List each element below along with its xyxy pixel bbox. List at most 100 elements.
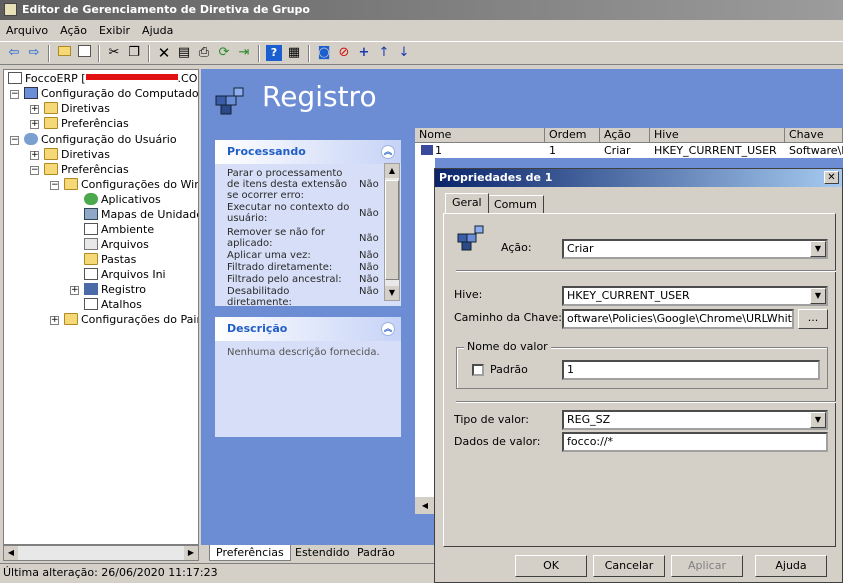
chevron-down-icon[interactable]: ▼ — [810, 241, 826, 257]
value-data-label: Dados de valor: — [454, 435, 541, 448]
processing-row-label: Filtrado diretamente: — [227, 262, 333, 273]
table-cell: Software\P — [789, 144, 843, 157]
column-header-hive[interactable]: Hive — [650, 128, 785, 143]
back-icon[interactable]: ⇦ — [6, 45, 22, 61]
tree-user-config[interactable]: Configuração do Usuário — [24, 133, 177, 147]
tab-estendido[interactable]: Estendido — [289, 545, 355, 561]
help-button[interactable]: Ajuda — [755, 555, 827, 577]
apply-button[interactable]: Aplicar — [671, 555, 743, 577]
add-icon[interactable]: + — [356, 45, 372, 61]
shortcuts-icon — [84, 298, 98, 310]
tree-ambiente[interactable]: Ambiente — [84, 223, 154, 237]
list-scroll-left-icon[interactable]: ◀ — [415, 497, 435, 514]
tree-c-preferencias[interactable]: Preferências — [44, 117, 129, 131]
tab-padrao[interactable]: Padrão — [351, 545, 401, 561]
menu-exibir[interactable]: Exibir — [93, 24, 136, 37]
key-path-label: Caminho da Chave: — [454, 311, 562, 324]
scroll-right-icon[interactable]: ▶ — [184, 546, 198, 560]
disable-icon[interactable]: ⊘ — [336, 45, 352, 61]
move-down-icon[interactable]: ↓ — [396, 45, 412, 61]
collapse-toggle[interactable]: − — [10, 136, 19, 145]
scroll-up-icon[interactable]: ▲ — [385, 164, 399, 178]
collapse-toggle[interactable]: − — [50, 181, 59, 190]
up-folder-icon[interactable] — [56, 45, 72, 61]
show-hide-tree-icon[interactable] — [76, 45, 92, 61]
properties-icon[interactable]: ▤ — [176, 45, 192, 61]
action-select[interactable]: Criar ▼ — [562, 239, 828, 259]
key-path-field[interactable]: oftware\Policies\Google\Chrome\URLWhitel… — [562, 309, 794, 329]
expand-toggle[interactable]: + — [50, 316, 59, 325]
close-icon[interactable]: ✕ — [824, 171, 839, 184]
ok-button[interactable]: OK — [515, 555, 587, 577]
folder-icon — [44, 102, 58, 114]
tree-u-preferencias[interactable]: Preferências — [44, 163, 129, 177]
details-view-icon[interactable]: ▦ — [286, 45, 302, 61]
tab-preferencias[interactable]: Preferências — [209, 545, 291, 561]
scroll-thumb[interactable] — [385, 180, 399, 280]
menu-ajuda[interactable]: Ajuda — [136, 24, 179, 37]
console-tree: FoccoERP [.COI − Configuração do Computa… — [3, 69, 199, 545]
column-header-ordem[interactable]: Ordem — [545, 128, 600, 143]
chevron-down-icon[interactable]: ▼ — [810, 412, 826, 428]
tree-horizontal-scrollbar[interactable]: ◀ ▶ — [3, 545, 199, 561]
redacted-mark — [85, 74, 178, 80]
forward-icon[interactable]: ⇨ — [26, 45, 42, 61]
menu-acao[interactable]: Ação — [54, 24, 93, 37]
delete-icon[interactable]: ✕ — [156, 45, 172, 61]
tab-comum[interactable]: Comum — [487, 195, 544, 213]
help-icon[interactable]: ? — [266, 45, 282, 61]
menu-arquivo[interactable]: Arquivo — [0, 24, 54, 37]
value-data-field[interactable]: focco://* — [562, 432, 828, 452]
collapse-toggle[interactable]: − — [10, 90, 19, 99]
expand-toggle[interactable]: + — [30, 151, 39, 160]
processing-header[interactable]: Processando ︽ — [215, 140, 401, 164]
tree-windows-settings[interactable]: Configurações do Windows — [64, 178, 198, 192]
window-title-bar: Editor de Gerenciamento de Diretiva de G… — [0, 0, 843, 20]
move-up-icon[interactable]: ↑ — [376, 45, 392, 61]
description-header[interactable]: Descrição ︽ — [215, 317, 401, 341]
refresh-icon[interactable]: ⟳ — [216, 45, 232, 61]
column-header-acao[interactable]: Ação — [600, 128, 650, 143]
default-checkbox[interactable] — [472, 364, 484, 376]
cut-icon[interactable]: ✂ — [106, 45, 122, 61]
print-icon[interactable]: ⎙ — [196, 45, 212, 61]
export-list-icon[interactable]: ⇥ — [236, 45, 252, 61]
folder-icon — [44, 163, 58, 175]
tree-arquivos[interactable]: Arquivos — [84, 238, 149, 252]
collapse-chevron-icon[interactable]: ︽ — [381, 145, 395, 159]
tree-pastas[interactable]: Pastas — [84, 253, 136, 267]
column-header-nome[interactable]: Nome — [415, 128, 545, 143]
tree-mapas[interactable]: Mapas de Unidades — [84, 208, 198, 222]
table-row[interactable]: 1 — [417, 144, 442, 158]
registry-large-icon — [214, 86, 248, 116]
tree-aplicativos[interactable]: Aplicativos — [84, 193, 161, 207]
tree-u-diretivas[interactable]: Diretivas — [44, 148, 110, 162]
expand-toggle[interactable]: + — [70, 286, 79, 295]
tree-registro[interactable]: Registro — [84, 283, 146, 297]
scroll-left-icon[interactable]: ◀ — [4, 546, 18, 560]
new-item-icon[interactable]: ◙ — [316, 45, 332, 61]
tab-geral[interactable]: Geral — [445, 193, 489, 213]
collapse-toggle[interactable]: − — [30, 166, 39, 175]
copy-icon[interactable]: ❐ — [126, 45, 142, 61]
collapse-chevron-icon[interactable]: ︽ — [381, 322, 395, 336]
divider — [456, 401, 836, 403]
tree-control-panel[interactable]: Configurações do Painel — [64, 313, 198, 327]
value-name-field[interactable]: 1 — [562, 360, 820, 380]
hive-select[interactable]: HKEY_CURRENT_USER ▼ — [562, 286, 828, 306]
processing-row-value: Não — [359, 274, 379, 285]
browse-button[interactable]: ... — [798, 309, 828, 329]
cancel-button[interactable]: Cancelar — [593, 555, 665, 577]
tree-arquivos-ini[interactable]: Arquivos Ini — [84, 268, 166, 282]
expand-toggle[interactable]: + — [30, 105, 39, 114]
expand-toggle[interactable]: + — [30, 120, 39, 129]
tree-c-diretivas[interactable]: Diretivas — [44, 102, 110, 116]
processing-scrollbar[interactable]: ▲ ▼ — [384, 163, 400, 301]
scroll-down-icon[interactable]: ▼ — [385, 286, 399, 300]
chevron-down-icon[interactable]: ▼ — [810, 288, 826, 304]
column-header-chave[interactable]: Chave — [785, 128, 843, 143]
tree-computer-config[interactable]: Configuração do Computador — [24, 87, 198, 101]
value-type-select[interactable]: REG_SZ ▼ — [562, 410, 828, 430]
tree-atalhos[interactable]: Atalhos — [84, 298, 142, 312]
tree-root[interactable]: FoccoERP [.COI — [8, 72, 198, 86]
